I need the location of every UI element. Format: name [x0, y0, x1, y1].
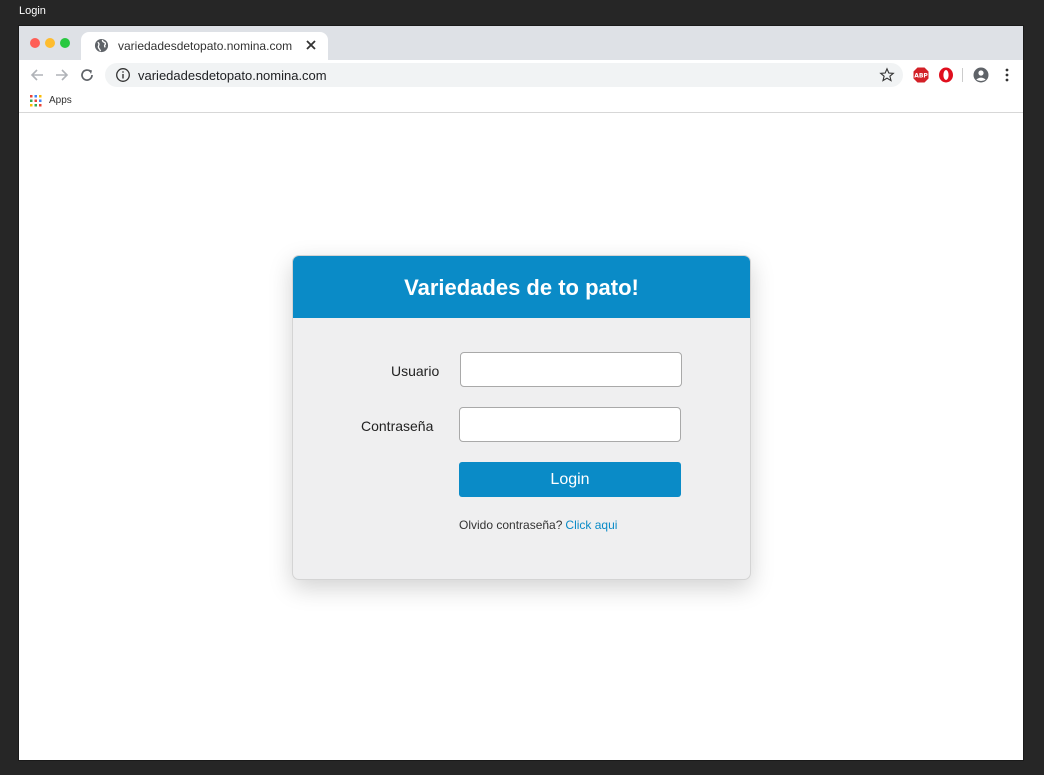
browser-tab[interactable]: variedadesdetopato.nomina.com [81, 32, 328, 60]
forgot-password-text: Olvido contraseña? [459, 518, 563, 532]
card-header: Variedades de to pato! [293, 256, 750, 318]
adblock-icon[interactable]: ABP [912, 66, 930, 84]
login-button[interactable]: Login [459, 462, 681, 497]
password-label: Contraseña [361, 418, 434, 434]
page-title: Variedades de to pato! [404, 275, 639, 300]
opera-icon[interactable] [937, 66, 955, 84]
address-bar[interactable]: variedadesdetopato.nomina.com [105, 63, 903, 87]
window-title: Login [19, 5, 46, 17]
password-input[interactable] [459, 407, 681, 442]
star-icon[interactable] [879, 67, 895, 83]
bookmarks-bar: Apps [19, 90, 1023, 113]
username-input[interactable] [460, 352, 682, 387]
url-text: variedadesdetopato.nomina.com [138, 68, 327, 83]
forward-arrow-icon[interactable] [54, 67, 70, 83]
globe-icon [94, 38, 109, 53]
menu-dots-icon[interactable] [998, 66, 1016, 84]
forgot-password-row: Olvido contraseña? Click aqui [459, 518, 617, 532]
close-window-button[interactable] [30, 38, 40, 48]
back-arrow-icon[interactable] [29, 67, 45, 83]
browser-window: variedadesdetopato.nomina.com variedades… [18, 25, 1024, 761]
tab-strip: variedadesdetopato.nomina.com [19, 26, 1023, 60]
forgot-password-link[interactable]: Click aqui [565, 518, 617, 532]
info-icon[interactable] [115, 67, 131, 83]
account-icon[interactable] [972, 66, 990, 84]
toolbar-divider [962, 68, 963, 82]
close-icon[interactable] [304, 38, 318, 52]
apps-bookmark[interactable]: Apps [49, 95, 72, 106]
browser-toolbar: variedadesdetopato.nomina.com ABP [19, 60, 1023, 90]
login-card: Variedades de to pato! Usuario Contraseñ… [292, 255, 751, 580]
maximize-window-button[interactable] [60, 38, 70, 48]
tab-title: variedadesdetopato.nomina.com [118, 39, 293, 53]
apps-grid-icon[interactable] [30, 95, 42, 107]
page-content: Variedades de to pato! Usuario Contraseñ… [19, 114, 1023, 760]
username-label: Usuario [391, 363, 440, 379]
reload-icon[interactable] [79, 67, 95, 83]
svg-text:ABP: ABP [914, 73, 928, 80]
minimize-window-button[interactable] [45, 38, 55, 48]
